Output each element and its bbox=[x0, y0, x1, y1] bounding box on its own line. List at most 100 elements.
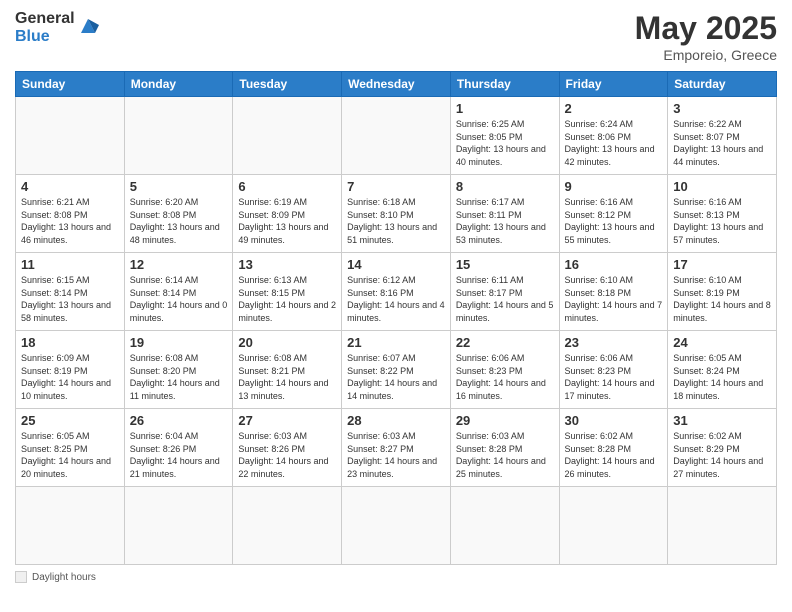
calendar-cell bbox=[16, 97, 125, 175]
logo-general: General bbox=[15, 10, 75, 28]
calendar-cell: 14 Sunrise: 6:12 AMSunset: 8:16 PMDayligh… bbox=[342, 253, 451, 331]
calendar-week-row: 11 Sunrise: 6:15 AMSunset: 8:14 PMDayligh… bbox=[16, 253, 777, 331]
day-info: Sunrise: 6:07 AMSunset: 8:22 PMDaylight:… bbox=[347, 352, 445, 402]
day-number: 23 bbox=[565, 335, 663, 350]
day-info: Sunrise: 6:17 AMSunset: 8:11 PMDaylight:… bbox=[456, 196, 554, 246]
title-block: May 2025 Emporeio, Greece bbox=[635, 10, 777, 63]
calendar-cell bbox=[124, 487, 233, 565]
day-info: Sunrise: 6:14 AMSunset: 8:14 PMDaylight:… bbox=[130, 274, 228, 324]
day-number: 18 bbox=[21, 335, 119, 350]
day-number: 6 bbox=[238, 179, 336, 194]
day-info: Sunrise: 6:19 AMSunset: 8:09 PMDaylight:… bbox=[238, 196, 336, 246]
day-number: 7 bbox=[347, 179, 445, 194]
day-info: Sunrise: 6:25 AMSunset: 8:05 PMDaylight:… bbox=[456, 118, 554, 168]
calendar-week-row: 25Sunrise: 6:05 AMSunset: 8:25 PMDayligh… bbox=[16, 409, 777, 487]
day-number: 13 bbox=[238, 257, 336, 272]
day-number: 31 bbox=[673, 413, 771, 428]
calendar: Sunday Monday Tuesday Wednesday Thursday… bbox=[15, 71, 777, 565]
calendar-cell: 2Sunrise: 6:24 AMSunset: 8:06 PMDaylight… bbox=[559, 97, 668, 175]
day-number: 25 bbox=[21, 413, 119, 428]
day-info: Sunrise: 6:22 AMSunset: 8:07 PMDaylight:… bbox=[673, 118, 771, 168]
calendar-cell: 7 Sunrise: 6:18 AMSunset: 8:10 PMDaylight… bbox=[342, 175, 451, 253]
calendar-cell: 1 Sunrise: 6:25 AMSunset: 8:05 PMDaylight… bbox=[450, 97, 559, 175]
footer: Daylight hours bbox=[15, 571, 777, 583]
day-number: 8 bbox=[456, 179, 554, 194]
calendar-cell: 5 Sunrise: 6:20 AMSunset: 8:08 PMDaylight… bbox=[124, 175, 233, 253]
calendar-cell: 4 Sunrise: 6:21 AMSunset: 8:08 PMDaylight… bbox=[16, 175, 125, 253]
day-info: Sunrise: 6:10 AMSunset: 8:18 PMDaylight:… bbox=[565, 274, 663, 324]
day-info: Sunrise: 6:03 AMSunset: 8:26 PMDaylight:… bbox=[238, 430, 336, 480]
header-thursday: Thursday bbox=[450, 72, 559, 97]
day-number: 15 bbox=[456, 257, 554, 272]
day-number: 10 bbox=[673, 179, 771, 194]
day-info: Sunrise: 6:02 AMSunset: 8:28 PMDaylight:… bbox=[565, 430, 663, 480]
calendar-cell: 27 Sunrise: 6:03 AMSunset: 8:26 PMDayligh… bbox=[233, 409, 342, 487]
day-number: 29 bbox=[456, 413, 554, 428]
day-info: Sunrise: 6:15 AMSunset: 8:14 PMDaylight:… bbox=[21, 274, 119, 324]
calendar-cell: 17Sunrise: 6:10 AMSunset: 8:19 PMDayligh… bbox=[668, 253, 777, 331]
day-info: Sunrise: 6:10 AMSunset: 8:19 PMDaylight:… bbox=[673, 274, 771, 324]
day-info: Sunrise: 6:13 AMSunset: 8:15 PMDaylight:… bbox=[238, 274, 336, 324]
location: Emporeio, Greece bbox=[635, 47, 777, 63]
day-number: 1 bbox=[456, 101, 554, 116]
header-monday: Monday bbox=[124, 72, 233, 97]
calendar-cell: 29 Sunrise: 6:03 AMSunset: 8:28 PMDayligh… bbox=[450, 409, 559, 487]
calendar-cell bbox=[233, 97, 342, 175]
day-number: 27 bbox=[238, 413, 336, 428]
day-number: 5 bbox=[130, 179, 228, 194]
calendar-cell: 12 Sunrise: 6:14 AMSunset: 8:14 PMDayligh… bbox=[124, 253, 233, 331]
calendar-cell bbox=[559, 487, 668, 565]
calendar-cell: 15 Sunrise: 6:11 AMSunset: 8:17 PMDayligh… bbox=[450, 253, 559, 331]
header-wednesday: Wednesday bbox=[342, 72, 451, 97]
day-info: Sunrise: 6:21 AMSunset: 8:08 PMDaylight:… bbox=[21, 196, 119, 246]
day-info: Sunrise: 6:04 AMSunset: 8:26 PMDaylight:… bbox=[130, 430, 228, 480]
calendar-cell: 8 Sunrise: 6:17 AMSunset: 8:11 PMDaylight… bbox=[450, 175, 559, 253]
day-info: Sunrise: 6:09 AMSunset: 8:19 PMDaylight:… bbox=[21, 352, 119, 402]
footer-box bbox=[15, 571, 27, 583]
day-number: 26 bbox=[130, 413, 228, 428]
calendar-cell bbox=[16, 487, 125, 565]
calendar-cell: 16 Sunrise: 6:10 AMSunset: 8:18 PMDayligh… bbox=[559, 253, 668, 331]
day-info: Sunrise: 6:16 AMSunset: 8:13 PMDaylight:… bbox=[673, 196, 771, 246]
logo-text: General Blue bbox=[15, 10, 75, 45]
calendar-cell: 19Sunrise: 6:08 AMSunset: 8:20 PMDayligh… bbox=[124, 331, 233, 409]
day-info: Sunrise: 6:18 AMSunset: 8:10 PMDaylight:… bbox=[347, 196, 445, 246]
day-number: 24 bbox=[673, 335, 771, 350]
day-info: Sunrise: 6:11 AMSunset: 8:17 PMDaylight:… bbox=[456, 274, 554, 324]
day-number: 16 bbox=[565, 257, 663, 272]
calendar-cell: 31Sunrise: 6:02 AMSunset: 8:29 PMDayligh… bbox=[668, 409, 777, 487]
calendar-cell: 30Sunrise: 6:02 AMSunset: 8:28 PMDayligh… bbox=[559, 409, 668, 487]
day-number: 21 bbox=[347, 335, 445, 350]
day-number: 4 bbox=[21, 179, 119, 194]
calendar-cell: 23 Sunrise: 6:06 AMSunset: 8:23 PMDayligh… bbox=[559, 331, 668, 409]
day-info: Sunrise: 6:20 AMSunset: 8:08 PMDaylight:… bbox=[130, 196, 228, 246]
day-info: Sunrise: 6:03 AMSunset: 8:28 PMDaylight:… bbox=[456, 430, 554, 480]
calendar-week-row bbox=[16, 487, 777, 565]
calendar-cell: 20Sunrise: 6:08 AMSunset: 8:21 PMDayligh… bbox=[233, 331, 342, 409]
calendar-cell: 9Sunrise: 6:16 AMSunset: 8:12 PMDaylight… bbox=[559, 175, 668, 253]
calendar-cell bbox=[342, 97, 451, 175]
calendar-cell bbox=[342, 487, 451, 565]
day-number: 14 bbox=[347, 257, 445, 272]
day-number: 11 bbox=[21, 257, 119, 272]
header-saturday: Saturday bbox=[668, 72, 777, 97]
day-number: 22 bbox=[456, 335, 554, 350]
calendar-cell bbox=[450, 487, 559, 565]
calendar-cell: 18 Sunrise: 6:09 AMSunset: 8:19 PMDayligh… bbox=[16, 331, 125, 409]
page: General Blue May 2025 Emporeio, Greece S… bbox=[0, 0, 792, 612]
day-number: 19 bbox=[130, 335, 228, 350]
calendar-cell: 11 Sunrise: 6:15 AMSunset: 8:14 PMDayligh… bbox=[16, 253, 125, 331]
day-number: 9 bbox=[565, 179, 663, 194]
day-info: Sunrise: 6:06 AMSunset: 8:23 PMDaylight:… bbox=[565, 352, 663, 402]
calendar-cell: 25Sunrise: 6:05 AMSunset: 8:25 PMDayligh… bbox=[16, 409, 125, 487]
day-info: Sunrise: 6:24 AMSunset: 8:06 PMDaylight:… bbox=[565, 118, 663, 168]
calendar-cell: 24Sunrise: 6:05 AMSunset: 8:24 PMDayligh… bbox=[668, 331, 777, 409]
day-info: Sunrise: 6:03 AMSunset: 8:27 PMDaylight:… bbox=[347, 430, 445, 480]
header: General Blue May 2025 Emporeio, Greece bbox=[15, 10, 777, 63]
header-tuesday: Tuesday bbox=[233, 72, 342, 97]
day-info: Sunrise: 6:12 AMSunset: 8:16 PMDaylight:… bbox=[347, 274, 445, 324]
weekday-header-row: Sunday Monday Tuesday Wednesday Thursday… bbox=[16, 72, 777, 97]
day-number: 12 bbox=[130, 257, 228, 272]
calendar-cell: 28Sunrise: 6:03 AMSunset: 8:27 PMDayligh… bbox=[342, 409, 451, 487]
calendar-cell: 10 Sunrise: 6:16 AMSunset: 8:13 PMDayligh… bbox=[668, 175, 777, 253]
